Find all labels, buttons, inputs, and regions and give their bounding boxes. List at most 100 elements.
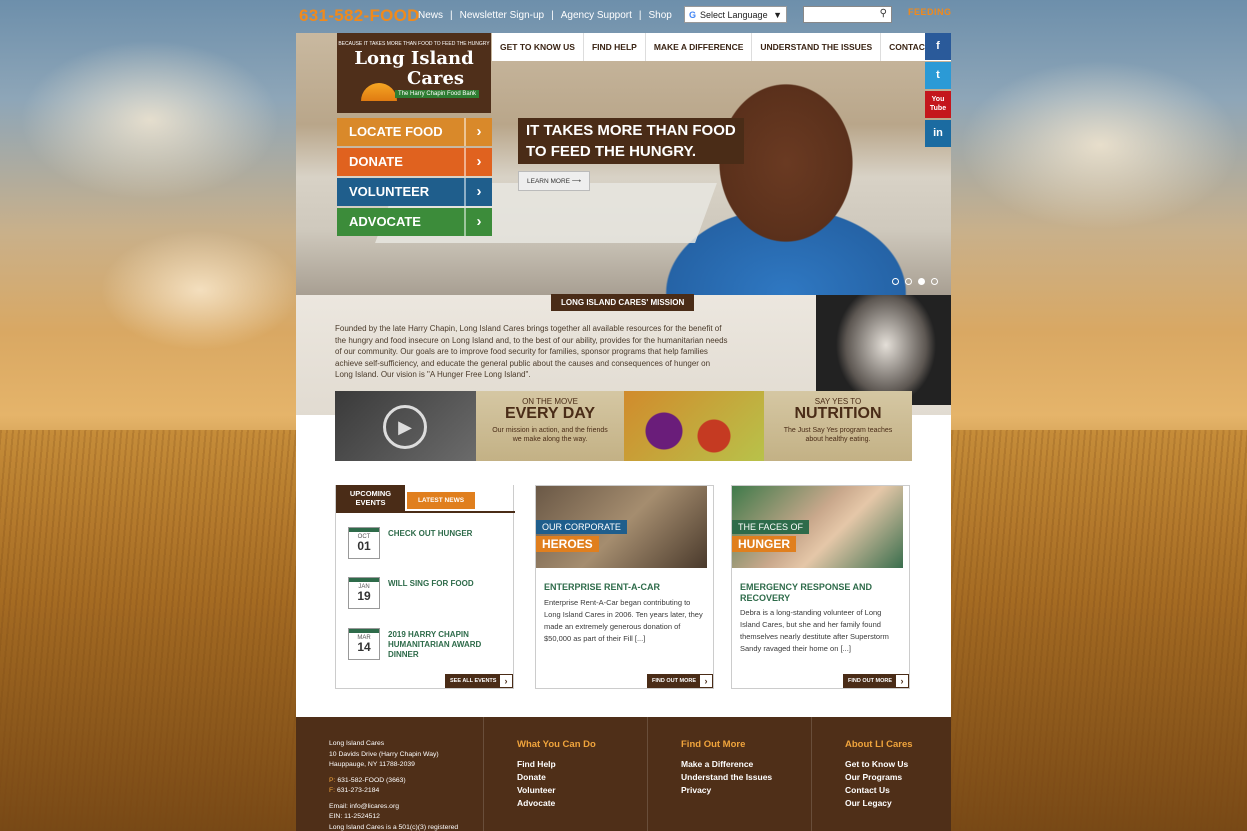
- footer-link-find-help[interactable]: Find Help: [517, 758, 647, 771]
- card-heading[interactable]: EMERGENCY RESPONSE AND RECOVERY: [740, 582, 900, 604]
- slider-dot[interactable]: [892, 278, 899, 285]
- footer-link-our-legacy[interactable]: Our Legacy: [845, 797, 951, 810]
- nav-get-to-know-us[interactable]: GET TO KNOW US: [492, 33, 584, 61]
- arrow-right-icon: ⟶: [571, 178, 582, 185]
- google-icon: G: [689, 9, 697, 20]
- nav-understand-the-issues[interactable]: UNDERSTAND THE ISSUES: [752, 33, 882, 61]
- fax-line: F: 631-273-2184: [329, 786, 483, 797]
- chevron-right-icon: ›: [499, 674, 513, 688]
- slider-dot-active[interactable]: [918, 278, 925, 285]
- separator: |: [551, 10, 554, 21]
- mission-text: Founded by the late Harry Chapin, Long I…: [335, 324, 728, 380]
- news-link[interactable]: News: [418, 10, 443, 21]
- slider-dots: [892, 278, 938, 285]
- twitter-icon[interactable]: t: [925, 62, 951, 89]
- event-title[interactable]: 2019 HARRY CHAPIN HUMANITARIAN AWARD DIN…: [388, 630, 508, 660]
- divider: [336, 511, 515, 513]
- promo-strip: ▶ ON THE MOVE EVERY DAY Our mission in a…: [335, 391, 912, 461]
- faces-of-hunger-image[interactable]: THE FACES OF HUNGER: [732, 486, 903, 568]
- learn-more-label: LEARN MORE: [527, 178, 570, 185]
- facebook-icon[interactable]: f: [925, 33, 951, 60]
- footer-find-out-more: Find Out More Make a Difference Understa…: [648, 717, 812, 831]
- slider-dot[interactable]: [905, 278, 912, 285]
- footer-column-title: About LI Cares: [845, 739, 913, 750]
- footer-link-make-a-difference[interactable]: Make a Difference: [681, 758, 811, 771]
- footer-link-understand-the-issues[interactable]: Understand the Issues: [681, 771, 811, 784]
- footer-link-volunteer[interactable]: Volunteer: [517, 784, 647, 797]
- phone-number[interactable]: 631-582-FOOD: [299, 6, 420, 26]
- card-label-strong: HUNGER: [732, 536, 797, 552]
- footer-link-privacy[interactable]: Privacy: [681, 784, 811, 797]
- see-all-events-button[interactable]: SEE ALL EVENTS ›: [445, 674, 513, 688]
- separator: |: [450, 10, 453, 21]
- address-block: Long Island Cares 10 Davids Drive (Harry…: [329, 739, 483, 831]
- find-out-more-label: FIND OUT MORE: [652, 678, 696, 684]
- linkedin-icon[interactable]: in: [925, 120, 951, 147]
- background-cloud: [960, 60, 1240, 230]
- video-thumbnail[interactable]: ▶: [335, 391, 476, 461]
- chevron-right-icon: ›: [464, 208, 492, 236]
- street-address: 10 Davids Drive (Harry Chapin Way): [329, 750, 439, 758]
- footer-link-our-programs[interactable]: Our Programs: [845, 771, 951, 784]
- nav-find-help[interactable]: FIND HELP: [584, 33, 646, 61]
- every-day-promo[interactable]: ON THE MOVE EVERY DAY Our mission in act…: [476, 391, 624, 461]
- footer-phone[interactable]: 631-582-FOOD (3663): [337, 777, 405, 784]
- slider-dot[interactable]: [931, 278, 938, 285]
- footer-link-donate[interactable]: Donate: [517, 771, 647, 784]
- social-links: f t You Tube in: [925, 33, 951, 149]
- logo-line1: Long Island: [354, 48, 474, 69]
- locate-food-label: LOCATE FOOD: [349, 124, 443, 139]
- learn-more-button[interactable]: LEARN MORE ⟶: [518, 171, 591, 191]
- donate-label: DONATE: [349, 154, 403, 169]
- nav-make-a-difference[interactable]: MAKE A DIFFERENCE: [646, 33, 753, 61]
- advocate-button[interactable]: ADVOCATE ›: [337, 208, 492, 236]
- card-heading[interactable]: ENTERPRISE RENT-A-CAR: [544, 582, 704, 593]
- chevron-down-icon: ▼: [773, 9, 782, 20]
- event-day: 01: [357, 539, 371, 553]
- every-day-desc: Our mission in action, and the friends w…: [492, 427, 608, 443]
- event-title[interactable]: CHECK OUT HUNGER: [388, 529, 472, 539]
- newsletter-link[interactable]: Newsletter Sign-up: [460, 10, 544, 21]
- corporate-heroes-image[interactable]: OUR CORPORATE HEROES: [536, 486, 707, 568]
- site-footer: Long Island Cares 10 Davids Drive (Harry…: [296, 717, 951, 831]
- search-icon[interactable]: ⚲: [880, 8, 887, 19]
- card-label: OUR CORPORATE: [536, 520, 627, 534]
- fax-prefix: F:: [329, 787, 336, 794]
- separator: |: [638, 10, 642, 21]
- events-panel: UPCOMING EVENTS LATEST NEWS OCT 01 CHECK …: [335, 485, 515, 689]
- nutrition-promo[interactable]: SAY YES TO NUTRITION The Just Say Yes pr…: [764, 391, 912, 461]
- calendar-icon: MAR 14: [348, 628, 380, 660]
- footer-what-you-can-do: What You Can Do Find Help Donate Volunte…: [484, 717, 648, 831]
- hero-headline-line2: TO FEED THE HUNGRY.: [526, 143, 697, 160]
- volunteer-button[interactable]: VOLUNTEER ›: [337, 178, 492, 206]
- site-logo[interactable]: BECAUSE IT TAKES MORE THAN FOOD TO FEED …: [337, 33, 491, 113]
- tab-latest-news[interactable]: LATEST NEWS: [407, 492, 475, 509]
- background-cloud: [20, 40, 280, 200]
- hero-headline: IT TAKES MORE THAN FOOD TO FEED THE HUNG…: [518, 118, 744, 164]
- locate-food-button[interactable]: LOCATE FOOD ›: [337, 118, 492, 146]
- donate-button[interactable]: DONATE ›: [337, 148, 492, 176]
- find-out-more-button[interactable]: FIND OUT MORE ›: [647, 674, 713, 688]
- top-bar: 631-582-FOOD News | Newsletter Sign-up | A…: [296, 0, 951, 33]
- youtube-icon[interactable]: You Tube: [925, 91, 951, 118]
- event-title[interactable]: WILL SING FOR FOOD: [388, 579, 474, 589]
- find-out-more-button[interactable]: FIND OUT MORE ›: [843, 674, 909, 688]
- hero-headline-line1: IT TAKES MORE THAN FOOD: [526, 122, 736, 139]
- language-select[interactable]: G Select Language ▼: [684, 6, 787, 23]
- advocate-label: ADVOCATE: [349, 214, 421, 229]
- shop-link[interactable]: Shop: [649, 10, 672, 21]
- feeding-america-logo[interactable]: FEEDING: [908, 7, 952, 17]
- footer-email[interactable]: Email: info@licares.org: [329, 802, 483, 813]
- footer-link-advocate[interactable]: Advocate: [517, 797, 647, 810]
- corporate-heroes-card: OUR CORPORATE HEROES ENTERPRISE RENT-A-C…: [535, 485, 714, 689]
- play-icon[interactable]: ▶: [383, 405, 427, 449]
- nutrition-desc: The Just Say Yes program teaches about h…: [783, 427, 893, 443]
- search-input[interactable]: ⚲: [803, 6, 892, 23]
- agency-support-link[interactable]: Agency Support: [561, 10, 632, 21]
- harry-chapin-portrait: [816, 295, 951, 405]
- calendar-icon: JAN 19: [348, 577, 380, 609]
- chevron-right-icon: ›: [699, 674, 713, 688]
- tab-upcoming-events[interactable]: UPCOMING EVENTS: [336, 485, 405, 511]
- footer-link-contact-us[interactable]: Contact Us: [845, 784, 951, 797]
- footer-link-get-to-know-us[interactable]: Get to Know Us: [845, 758, 951, 771]
